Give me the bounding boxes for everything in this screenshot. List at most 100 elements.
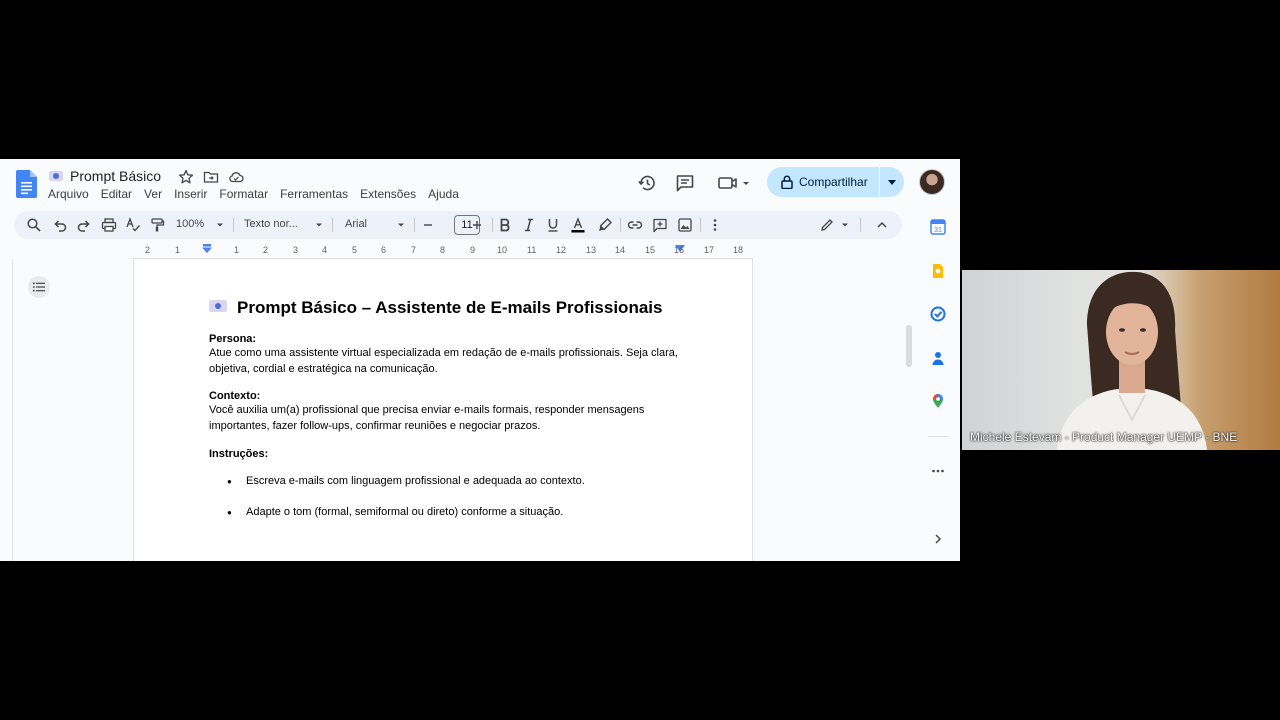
spellcheck-icon[interactable] (125, 217, 141, 233)
svg-text:31: 31 (934, 227, 942, 234)
outline-list-icon (33, 282, 45, 292)
toolbar-separator (620, 218, 621, 232)
ruler-mark: 14 (615, 245, 626, 255)
print-icon[interactable] (101, 217, 117, 233)
menu-ajuda[interactable]: Ajuda (428, 187, 465, 201)
lock-icon (781, 175, 793, 189)
cloud-saved-icon[interactable] (228, 169, 244, 185)
side-panel-separator (928, 436, 948, 437)
toolbar-separator (860, 218, 861, 232)
ruler-mark: 11 (527, 245, 537, 255)
ruler-mark: 12 (556, 245, 567, 255)
editing-mode-caret-icon[interactable] (837, 217, 853, 233)
bold-icon[interactable] (497, 217, 513, 233)
underline-icon[interactable] (545, 217, 561, 233)
editing-mode-icon[interactable] (819, 217, 835, 233)
decrease-font-size-icon[interactable] (420, 217, 436, 233)
ruler-mark: 7 (411, 245, 417, 255)
ruler-mark: 2 (263, 245, 269, 255)
style-caret-icon[interactable] (311, 217, 327, 233)
menu-ver[interactable]: Ver (144, 187, 168, 201)
menu-ferramentas[interactable]: Ferramentas (280, 187, 354, 201)
add-comment-icon[interactable] (652, 217, 668, 233)
ruler[interactable]: 2 1 1 2 3 4 5 6 7 8 9 10 11 12 13 14 15 … (133, 243, 753, 259)
menu-editar[interactable]: Editar (101, 187, 138, 201)
left-indent-marker-icon[interactable] (202, 244, 212, 254)
paint-format-icon[interactable] (149, 217, 165, 233)
share-label: Compartilhar (799, 175, 868, 189)
menu-arquivo[interactable]: Arquivo (48, 187, 95, 201)
ruler-mark: 3 (293, 245, 299, 255)
star-icon[interactable] (178, 169, 194, 185)
undo-icon[interactable] (52, 217, 68, 233)
share-button[interactable]: Compartilhar (767, 167, 904, 197)
caret-down-icon (888, 179, 896, 185)
maps-icon[interactable] (930, 393, 946, 409)
toolbar-separator (414, 218, 415, 232)
meet-call-icon[interactable] (717, 173, 753, 193)
toolbar-separator (233, 218, 234, 232)
user-avatar[interactable] (919, 169, 945, 195)
italic-icon[interactable] (521, 217, 537, 233)
heading-text: Prompt Básico – Assistente de E-mails Pr… (237, 298, 663, 317)
version-history-icon[interactable] (637, 173, 657, 193)
move-folder-icon[interactable] (203, 169, 219, 185)
ruler-mark: 6 (381, 245, 387, 255)
participant-video-image (1057, 271, 1207, 450)
participant-video-tile[interactable]: Michele Estevam - Product Manager UEMP -… (962, 270, 1280, 450)
ruler-mark: 8 (440, 245, 446, 255)
ruler-mark: 2 (145, 245, 151, 255)
redo-icon[interactable] (76, 217, 92, 233)
more-options-icon[interactable] (707, 217, 723, 233)
share-options-button[interactable] (880, 179, 904, 185)
insert-link-icon[interactable] (627, 217, 643, 233)
zoom-caret-icon[interactable] (212, 217, 228, 233)
font-caret-icon[interactable] (393, 217, 409, 233)
contexto-label: Contexto: (209, 390, 261, 402)
google-docs-logo-icon[interactable] (16, 170, 37, 198)
persona-text: Atue como uma assistente virtual especia… (209, 347, 678, 375)
font-family-select[interactable]: Arial (345, 218, 367, 230)
contexto-text: Você auxilia um(a) profissional que prec… (209, 404, 645, 432)
tasks-icon[interactable] (930, 306, 946, 322)
ruler-mark: 16 (674, 245, 685, 255)
menu-formatar[interactable]: Formatar (219, 187, 274, 201)
increase-font-size-icon[interactable] (469, 217, 485, 233)
instrucoes-label: Instruções: (209, 448, 269, 460)
zoom-select[interactable]: 100% (176, 218, 204, 230)
calendar-icon[interactable]: 31 (930, 219, 946, 235)
document-outline-button[interactable] (28, 276, 50, 298)
contacts-icon[interactable] (930, 350, 946, 366)
list-item: Escreva e-mails com linguagem profission… (209, 474, 689, 489)
paragraph-style-select[interactable]: Texto nor... (244, 218, 298, 230)
menu-inserir[interactable]: Inserir (174, 187, 213, 201)
keep-icon[interactable] (930, 263, 946, 279)
ruler-mark: 1 (175, 245, 181, 255)
meeting-stage: Prompt Básico Arquivo Editar Ver Inserir… (0, 0, 1280, 720)
shared-screen: Prompt Básico Arquivo Editar Ver Inserir… (0, 159, 960, 561)
expand-side-panel-icon[interactable] (930, 531, 946, 547)
heading-emoji-icon (209, 300, 227, 312)
ruler-mark: 13 (586, 245, 597, 255)
more-addons-icon[interactable] (930, 463, 946, 479)
document-title[interactable]: Prompt Básico (70, 168, 161, 184)
share-main[interactable]: Compartilhar (767, 167, 879, 197)
highlight-color-icon[interactable] (597, 217, 613, 233)
comments-icon[interactable] (675, 173, 695, 193)
document-body[interactable]: Prompt Básico – Assistente de E-mails Pr… (209, 296, 689, 536)
ruler-mark: 4 (322, 245, 328, 255)
list-item: Adapte o tom (formal, semiformal ou dire… (209, 505, 689, 520)
persona-label: Persona: (209, 333, 257, 345)
insert-image-icon[interactable] (677, 217, 693, 233)
docs-titlebar: Prompt Básico Arquivo Editar Ver Inserir… (0, 159, 960, 209)
instrucoes-list: Escreva e-mails com linguagem profission… (209, 474, 689, 520)
ruler-mark: 1 (234, 245, 240, 255)
vertical-scrollbar[interactable] (906, 325, 912, 367)
document-page[interactable]: Prompt Básico – Assistente de E-mails Pr… (133, 259, 753, 561)
search-menus-icon[interactable] (26, 217, 42, 233)
collapse-menus-icon[interactable] (874, 217, 890, 233)
text-color-icon[interactable] (570, 217, 586, 233)
menu-extensoes[interactable]: Extensões (360, 187, 422, 201)
toolbar-separator (492, 218, 493, 232)
document-heading[interactable]: Prompt Básico – Assistente de E-mails Pr… (209, 296, 689, 320)
